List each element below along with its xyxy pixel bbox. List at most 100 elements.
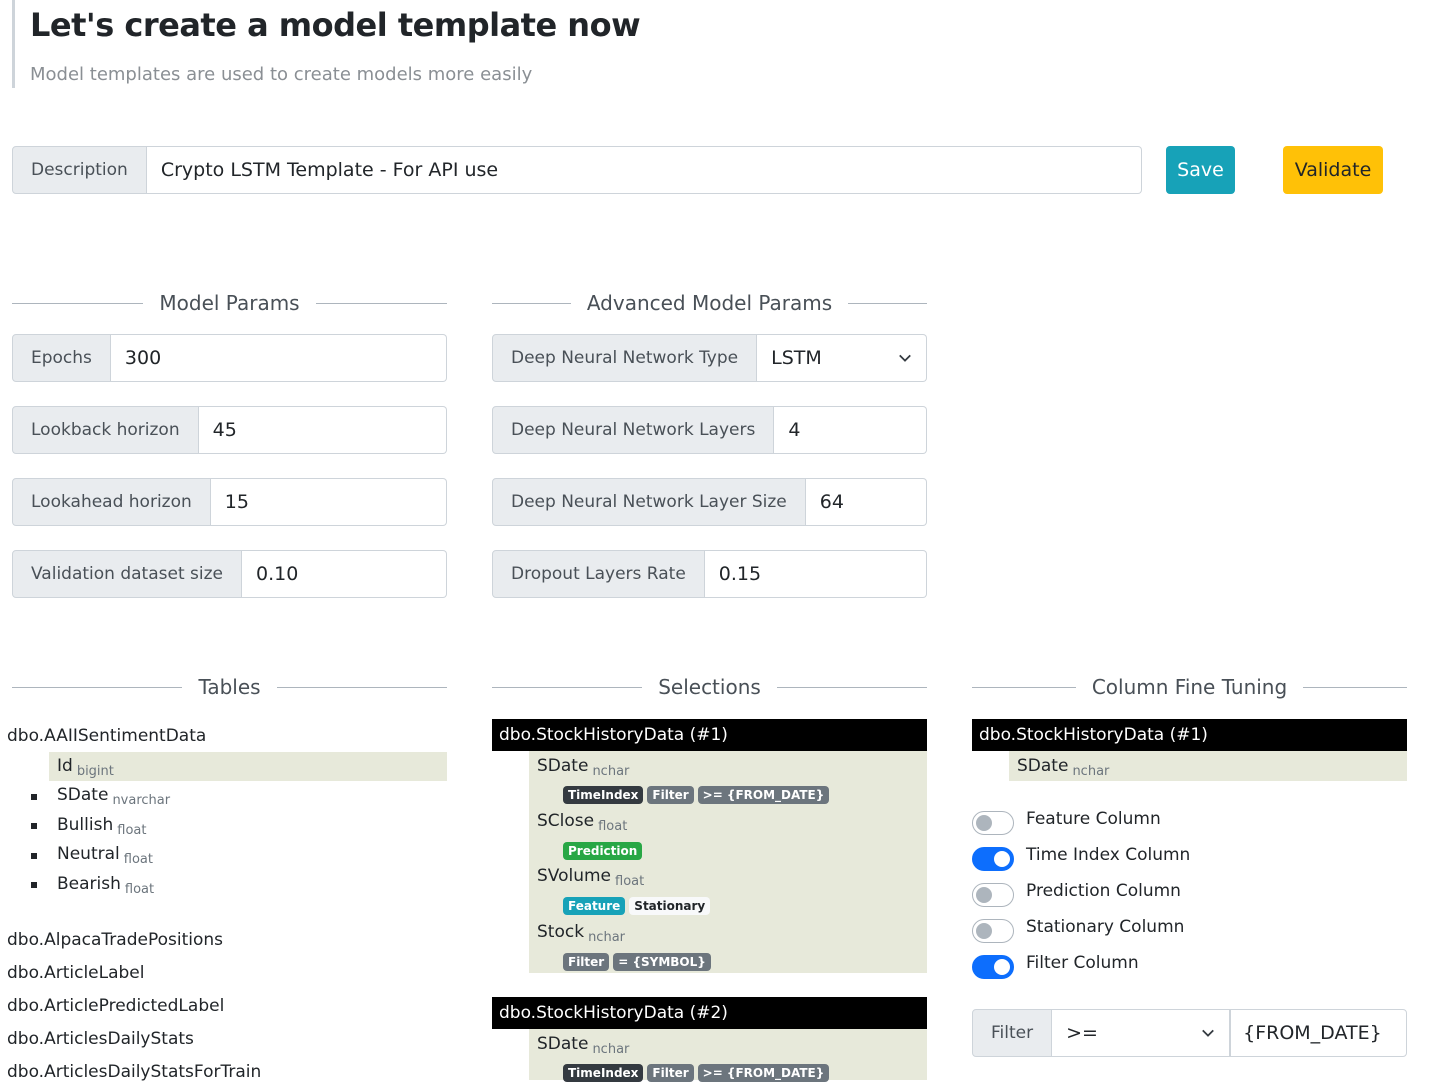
column-type: float [124,882,155,897]
badge-row: TimeIndex Filter >= {FROM_DATE} [563,784,833,804]
selections-title: Selections [658,675,761,699]
validate-button[interactable]: Validate [1283,146,1383,194]
dnn-type-value: LSTM [771,347,822,369]
lookahead-label: Lookahead horizon [12,478,211,526]
column-name: SDate [537,756,589,776]
column-type: nchar [592,764,630,779]
column-type: bigint [76,764,114,779]
fine-tuning-title: Column Fine Tuning [1091,675,1288,699]
epochs-label: Epochs [12,334,111,382]
column-type: float [615,874,645,889]
dropout-input[interactable]: 0.15 [704,550,927,598]
dnn-type-select[interactable]: LSTM [757,334,927,382]
column-item[interactable]: Id bigint [57,756,114,779]
dnn-layer-size-input[interactable]: 64 [805,478,927,526]
column-name: Neutral [57,844,120,864]
column-name: SDate [57,785,109,805]
divider [12,686,183,688]
chevron-down-icon [1202,1029,1214,1037]
table-item[interactable]: dbo.ArticlePredictedLabel [7,996,224,1016]
badge-row: Feature Stationary [563,895,714,915]
filter-operator-select[interactable]: >= [1052,1009,1231,1057]
bullet [31,823,37,829]
feature-column-switch[interactable] [972,811,1014,835]
tables-heading: Tables [12,672,448,702]
lookback-group: Lookback horizon 45 [12,406,447,454]
description-input[interactable]: Crypto LSTM Template - For API use [146,146,1142,194]
selection-column[interactable]: SClose float [537,811,627,834]
validation-size-input[interactable]: 0.10 [242,550,447,598]
divider [972,686,1076,688]
divider [276,686,448,688]
selection-column[interactable]: Stock nchar [537,922,625,945]
column-name: Bullish [57,815,114,835]
description-group: Description Crypto LSTM Template - For A… [12,146,1142,194]
timeindex-badge: TimeIndex [563,1064,644,1082]
dnn-layer-size-label: Deep Neural Network Layer Size [492,478,806,526]
dropout-label: Dropout Layers Rate [492,550,705,598]
stationary-badge: Stationary [629,897,711,915]
column-type: float [117,823,147,838]
lookback-input[interactable]: 45 [198,406,447,454]
column-item[interactable]: SDate nvarchar [57,785,171,808]
column-name: Id [57,756,73,776]
epochs-group: Epochs 300 [12,334,447,382]
feature-badge: Feature [563,897,626,915]
column-name: SVolume [537,866,612,886]
column-type: nvarchar [112,793,171,808]
table-item[interactable]: dbo.ArticlesDailyStatsForTrain [7,1062,261,1082]
divider [776,686,927,688]
table-item[interactable]: dbo.AlpacaTradePositions [7,930,223,950]
advanced-params-heading: Advanced Model Params [492,288,928,318]
column-type: nchar [588,930,625,945]
lookahead-group: Lookahead horizon 15 [12,478,447,526]
divider [1303,686,1408,688]
fine-tuning-column[interactable]: SDate nchar [1017,756,1110,779]
table-item[interactable]: dbo.AAIISentimentData [7,726,206,746]
advanced-params-title: Advanced Model Params [586,291,833,315]
prediction-column-switch[interactable] [972,883,1014,907]
filter-group: Filter >= {FROM_DATE} [972,1009,1407,1057]
column-name: SDate [1017,756,1069,776]
table-item[interactable]: dbo.ArticleLabel [7,963,145,983]
filter-value-input[interactable]: {FROM_DATE} [1230,1009,1407,1057]
page-subtitle: Model templates are used to create model… [30,64,533,85]
bullet [31,882,37,888]
description-label: Description [12,146,147,194]
selection-column[interactable]: SVolume float [537,866,645,889]
save-button[interactable]: Save [1166,146,1235,194]
column-item[interactable]: Neutral float [57,844,153,867]
filter-column-switch[interactable] [972,955,1014,979]
filter-operator-value: >= [1066,1022,1098,1044]
badge-row: Prediction [563,840,646,860]
selection-column[interactable]: SDate nchar [537,756,630,779]
dnn-layers-input[interactable]: 4 [774,406,927,454]
lookahead-input[interactable]: 15 [210,478,447,526]
chevron-down-icon [899,354,911,362]
dropout-group: Dropout Layers Rate 0.15 [492,550,927,598]
column-type: nchar [1072,764,1110,779]
model-params-heading: Model Params [12,288,447,318]
stationary-column-switch[interactable] [972,919,1014,943]
page-header: Let's create a model template now Model … [12,0,715,88]
prediction-badge: Prediction [563,842,643,860]
fine-tuning-header: dbo.StockHistoryData (#1) [972,719,1407,751]
time-index-column-switch[interactable] [972,847,1014,871]
badge-row: Filter = {SYMBOL} [563,951,715,971]
filter-column-label: Filter Column [1026,953,1139,973]
bullet [31,794,37,800]
selection-header[interactable]: dbo.StockHistoryData (#2) [492,997,927,1029]
table-item[interactable]: dbo.ArticlesDailyStats [7,1029,194,1049]
selection-column[interactable]: SDate nchar [537,1034,629,1057]
column-name: SDate [537,1034,589,1054]
bullet [31,853,37,859]
divider [315,302,447,304]
selection-header[interactable]: dbo.StockHistoryData (#1) [492,719,927,751]
column-item[interactable]: Bullish float [57,815,147,838]
column-item[interactable]: Bearish float [57,874,155,897]
prediction-column-label: Prediction Column [1026,881,1181,901]
epochs-input[interactable]: 300 [110,334,447,382]
dnn-layers-group: Deep Neural Network Layers 4 [492,406,927,454]
filter-label: Filter [972,1009,1053,1057]
divider [492,686,643,688]
